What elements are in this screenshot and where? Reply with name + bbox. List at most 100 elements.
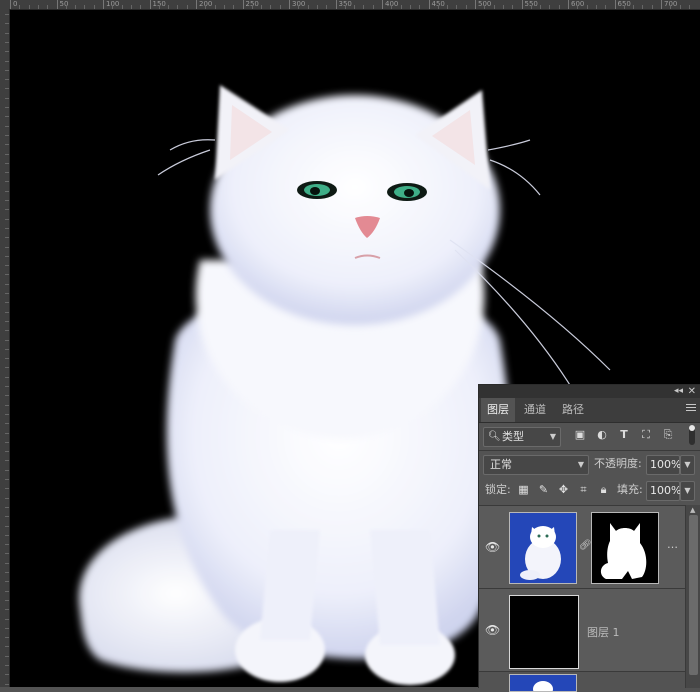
blend-mode-select[interactable]: 正常 ▼: [483, 455, 589, 475]
opacity-input[interactable]: 100%: [646, 455, 681, 475]
image-filter-icon[interactable]: ▣: [573, 428, 587, 442]
tab-paths[interactable]: 路径: [555, 398, 591, 422]
lock-all-icon[interactable]: 🔒︎: [597, 483, 610, 496]
fill-dropdown[interactable]: ▼: [680, 481, 695, 501]
ruler-minor-tick: [5, 516, 9, 518]
ruler-minor-tick: [5, 534, 9, 536]
ruler-minor-tick: [400, 5, 402, 9]
ruler-minor-tick: [5, 376, 9, 378]
lock-artboard-icon[interactable]: ⌗: [577, 483, 590, 496]
ruler-minor-tick: [5, 14, 9, 15]
filter-kind-select[interactable]: 🔍︎ 类型 ▼: [483, 427, 561, 447]
ruler-minor-tick: [5, 107, 9, 108]
ruler-minor-tick: [233, 5, 235, 9]
panel-menu-icon[interactable]: [686, 404, 696, 413]
ruler-minor-tick: [5, 162, 9, 164]
ruler-minor-tick: [270, 5, 272, 9]
close-icon[interactable]: ✕: [688, 385, 696, 398]
lock-label: 锁定:: [485, 483, 511, 496]
ruler-tick-label: 50: [59, 0, 69, 8]
layer-filter-row: 🔍︎ 类型 ▼ ▣ ◐ T ⛶ ⎘: [479, 423, 700, 449]
ruler-minor-tick: [5, 479, 9, 480]
ruler-minor-tick: [5, 41, 9, 43]
tab-layers[interactable]: 图层: [481, 398, 515, 422]
layer-thumbnail[interactable]: [509, 512, 577, 584]
ruler-minor-tick: [177, 5, 179, 9]
ruler-minor-tick: [558, 5, 560, 9]
smart-object-filter-icon[interactable]: ⎘: [661, 428, 675, 442]
ruler-minor-tick: [465, 5, 467, 9]
lock-position-icon[interactable]: ✥: [557, 483, 570, 496]
ruler-minor-tick: [530, 5, 532, 9]
adjustment-filter-icon[interactable]: ◐: [595, 428, 609, 442]
ruler-minor-tick: [5, 665, 9, 666]
layer-row[interactable]: [479, 672, 685, 692]
scroll-up-icon[interactable]: ▲: [690, 506, 695, 514]
ruler-minor-tick: [5, 172, 9, 174]
visibility-eye-icon[interactable]: 👁︎: [485, 540, 500, 554]
scroll-thumb[interactable]: [689, 515, 698, 675]
visibility-eye-icon[interactable]: 👁︎: [485, 623, 500, 637]
search-icon: 🔍︎: [488, 431, 501, 442]
lock-paint-icon[interactable]: ✎: [537, 483, 550, 496]
layer-row[interactable]: 👁︎ 图层 1: [479, 589, 685, 671]
ruler-minor-tick: [19, 5, 21, 9]
link-chain-icon[interactable]: 🔗︎: [579, 540, 592, 551]
ruler-minor-tick: [5, 599, 9, 601]
vertical-ruler[interactable]: [0, 9, 10, 687]
ruler-minor-tick: [75, 5, 77, 9]
ruler-minor-tick: [205, 5, 207, 9]
ruler-minor-tick: [251, 5, 253, 9]
tab-channels[interactable]: 通道: [517, 398, 553, 422]
horizontal-ruler[interactable]: 0 50 100 150 200 250 300 350 400 450 500 550 600 650 7…: [0, 0, 700, 10]
ruler-major-tick: [10, 0, 11, 9]
type-filter-icon[interactable]: T: [617, 428, 631, 442]
ruler-minor-tick: [688, 5, 690, 9]
ruler-major-tick: [196, 0, 197, 9]
shape-filter-icon[interactable]: ⛶: [639, 428, 653, 442]
ruler-minor-tick: [93, 5, 95, 9]
ruler-minor-tick: [5, 544, 9, 546]
ruler-minor-tick: [633, 5, 635, 9]
ruler-minor-tick: [5, 553, 9, 555]
ruler-minor-tick: [5, 386, 9, 387]
ruler-major-tick: [661, 0, 662, 9]
ruler-minor-tick: [5, 432, 9, 434]
fill-input[interactable]: 100%: [646, 481, 681, 501]
layer-thumbnail[interactable]: [509, 674, 577, 692]
filter-toggle[interactable]: [689, 425, 695, 445]
opacity-dropdown[interactable]: ▼: [680, 455, 695, 475]
ruler-minor-tick: [5, 460, 9, 462]
collapse-icon[interactable]: ◂◂: [674, 385, 683, 398]
ruler-minor-tick: [5, 358, 9, 360]
ruler-minor-tick: [5, 367, 9, 369]
lock-transparent-icon[interactable]: ▦: [517, 483, 530, 496]
ruler-minor-tick: [456, 5, 458, 9]
layer-thumbnail[interactable]: [509, 595, 579, 669]
ruler-minor-tick: [5, 227, 9, 229]
ruler-minor-tick: [5, 237, 9, 239]
ruler-minor-tick: [5, 116, 9, 118]
ruler-minor-tick: [5, 88, 9, 90]
ruler-minor-tick: [37, 5, 39, 9]
ruler-minor-tick: [5, 506, 9, 508]
ruler-minor-tick: [65, 5, 67, 9]
ruler-major-tick: [382, 0, 383, 9]
ruler-major-tick: [614, 0, 616, 9]
ruler-major-tick: [568, 0, 569, 9]
layer-name[interactable]: 图层 1: [587, 624, 620, 640]
ruler-minor-tick: [186, 5, 188, 9]
layer-row[interactable]: 👁︎ 🔗︎ …: [479, 506, 685, 588]
ruler-minor-tick: [5, 562, 9, 564]
ruler-minor-tick: [502, 5, 504, 9]
ruler-minor-tick: [5, 320, 9, 322]
ruler-minor-tick: [5, 413, 9, 415]
layer-mask-thumbnail[interactable]: [591, 512, 659, 584]
ruler-minor-tick: [651, 5, 653, 9]
layers-scrollbar[interactable]: ▲: [685, 505, 700, 688]
ruler-minor-tick: [437, 5, 439, 9]
ruler-minor-tick: [5, 283, 9, 285]
ruler-minor-tick: [5, 488, 9, 490]
more-options-icon[interactable]: …: [667, 538, 678, 551]
ruler-minor-tick: [484, 5, 486, 9]
